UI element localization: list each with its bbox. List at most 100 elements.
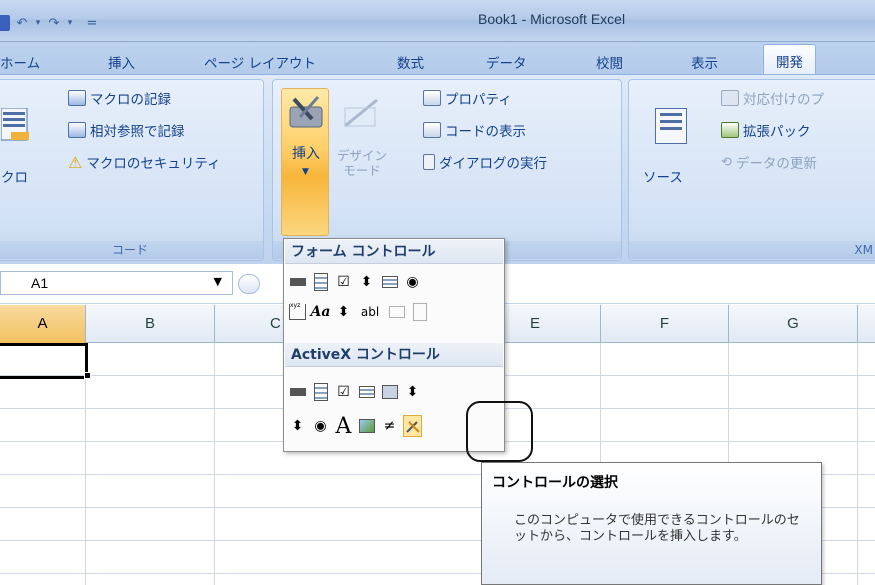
- more-controls-icon[interactable]: [403, 415, 422, 437]
- form-combo-box-icon[interactable]: [311, 271, 330, 293]
- activex-spin-button-icon[interactable]: ⬍: [288, 415, 307, 437]
- undo-icon[interactable]: ↶: [14, 15, 30, 31]
- tab-formulas[interactable]: 数式: [397, 52, 424, 72]
- xml-group: ソース 対応付けのプ 拡張パック ⟲ データの更新 XM: [628, 79, 875, 261]
- name-box-value: A1: [31, 275, 49, 291]
- map-properties-button[interactable]: 対応付けのプ: [721, 88, 824, 108]
- quick-access-toolbar: ↶ ▾ ↷ ▾ =: [0, 12, 100, 34]
- tools-icon: [289, 95, 323, 128]
- tab-data[interactable]: データ: [486, 52, 527, 72]
- properties-button[interactable]: プロパティ: [423, 88, 512, 108]
- record-macro-button[interactable]: マクロの記録: [68, 88, 171, 108]
- tab-page-layout[interactable]: ページ レイアウト: [204, 52, 316, 72]
- form-controls-row-2: xyz Aa ⬍ abl: [288, 301, 429, 323]
- name-box[interactable]: A1 ▼: [0, 271, 233, 295]
- activex-controls-row-1: ☑ ⬍: [288, 381, 422, 403]
- form-spin-button-icon[interactable]: ⬍: [357, 271, 376, 293]
- form-group-box-icon[interactable]: xyz: [288, 301, 307, 323]
- window-title: Book1 - Microsoft Excel: [478, 11, 626, 27]
- tooltip-body: このコンピュータで使用できるコントロールのセットから、コントロールを挿入します。: [514, 513, 800, 544]
- warning-icon: ⚠: [68, 152, 83, 172]
- design-mode-line2: モード: [343, 163, 381, 178]
- properties-icon: [423, 90, 441, 106]
- macro-security-label: マクロのセキュリティ: [86, 156, 221, 172]
- form-scroll-bar-icon[interactable]: ⬍: [334, 301, 353, 323]
- refresh-icon: ⟲: [721, 154, 732, 170]
- chevron-down-icon[interactable]: ▼: [214, 275, 222, 288]
- source-button[interactable]: ソース: [643, 166, 683, 186]
- code-group-label: コード: [0, 241, 263, 259]
- design-mode-icon: [343, 98, 379, 132]
- expansion-packs-button[interactable]: 拡張パック: [721, 120, 811, 140]
- column-header-f[interactable]: F: [601, 305, 729, 343]
- macro-button[interactable]: クロ: [1, 166, 28, 186]
- record-macro-icon: [68, 90, 86, 106]
- active-cell-a1[interactable]: [0, 343, 88, 379]
- form-combo-drop-down-icon: [410, 301, 429, 323]
- run-dialog-button[interactable]: ダイアログの実行: [423, 152, 547, 172]
- expansion-packs-icon: [721, 122, 739, 138]
- form-button-icon[interactable]: [288, 271, 307, 293]
- activex-button-icon[interactable]: [288, 381, 307, 403]
- tooltip-title: コントロールの選択: [492, 475, 618, 491]
- source-icon: [655, 108, 687, 144]
- code-group: クロ マクロの記録 相対参照で記録 ⚠ マクロのセキュリティ コード: [0, 79, 264, 261]
- map-properties-label: 対応付けのプ: [743, 92, 824, 108]
- activex-label-icon[interactable]: A: [334, 414, 353, 439]
- macro-security-button[interactable]: ⚠ マクロのセキュリティ: [68, 152, 221, 173]
- activex-image-icon[interactable]: [357, 415, 376, 437]
- xml-group-label: XM: [629, 241, 875, 259]
- record-macro-label: マクロの記録: [90, 92, 171, 108]
- run-dialog-icon: [423, 154, 435, 170]
- fill-handle[interactable]: [84, 372, 91, 379]
- activex-controls-row-2: ⬍ ◉ A ≠: [288, 414, 422, 439]
- form-list-box-icon[interactable]: [380, 271, 399, 293]
- ribbon-tabs: ホーム 挿入 ページ レイアウト 数式 データ 校閲 表示 開発: [0, 42, 875, 76]
- activex-scroll-bar-icon[interactable]: ⬍: [403, 381, 422, 403]
- refresh-data-label: データの更新: [735, 156, 817, 172]
- tab-insert[interactable]: 挿入: [108, 52, 135, 72]
- activex-combo-box-icon[interactable]: [311, 381, 330, 403]
- activex-checkbox-icon[interactable]: ☑: [334, 381, 353, 403]
- form-controls-row-1: ☑ ⬍ ◉: [288, 271, 422, 293]
- qat-customize-icon[interactable]: =: [84, 15, 100, 31]
- activex-option-button-icon[interactable]: ◉: [311, 415, 330, 437]
- relative-reference-button[interactable]: 相対参照で記録: [68, 120, 185, 140]
- redo-icon[interactable]: ↷: [46, 15, 62, 31]
- macro-icon[interactable]: [0, 107, 41, 148]
- run-dialog-label: ダイアログの実行: [439, 156, 547, 172]
- insert-controls-button[interactable]: 挿入 ▼: [281, 88, 329, 236]
- form-option-button-icon[interactable]: ◉: [403, 271, 422, 293]
- column-header-b[interactable]: B: [86, 305, 215, 343]
- activex-text-box-icon[interactable]: [380, 381, 399, 403]
- relative-reference-icon: [68, 122, 86, 138]
- activex-controls-header: ActiveX コントロール: [285, 343, 503, 367]
- activex-list-box-icon[interactable]: [357, 381, 376, 403]
- highlight-ring: [466, 401, 533, 462]
- tab-developer[interactable]: 開発: [763, 44, 816, 76]
- form-text-field-icon[interactable]: abl: [357, 301, 383, 323]
- refresh-data-button[interactable]: ⟲ データの更新: [721, 152, 817, 173]
- chevron-down-icon: ▼: [302, 167, 309, 177]
- form-checkbox-icon[interactable]: ☑: [334, 271, 353, 293]
- expansion-packs-label: 拡張パック: [743, 124, 811, 140]
- relative-reference-label: 相対参照で記録: [90, 124, 185, 140]
- tab-view[interactable]: 表示: [691, 52, 718, 72]
- tab-review[interactable]: 校閲: [596, 52, 623, 72]
- map-properties-icon: [721, 90, 739, 106]
- form-combo-list-edit-icon: [387, 301, 406, 323]
- title-bar: ↶ ▾ ↷ ▾ = Book1 - Microsoft Excel: [0, 0, 875, 42]
- formula-bar-splitter[interactable]: [238, 274, 260, 294]
- redo-dropdown-icon[interactable]: ▾: [66, 15, 74, 31]
- activex-toggle-button-icon[interactable]: ≠: [380, 415, 399, 437]
- tab-home[interactable]: ホーム: [0, 52, 40, 72]
- undo-dropdown-icon[interactable]: ▾: [34, 15, 42, 31]
- column-header-g[interactable]: G: [729, 305, 858, 343]
- form-label-icon[interactable]: Aa: [311, 301, 331, 323]
- column-header-a[interactable]: A: [0, 305, 86, 343]
- view-code-button[interactable]: コードの表示: [423, 120, 526, 140]
- design-mode-button[interactable]: デザイン モード: [337, 148, 387, 178]
- office-button[interactable]: [0, 15, 10, 31]
- tooltip: コントロールの選択 このコンピュータで使用できるコントロールのセットから、コント…: [481, 462, 822, 585]
- design-mode-line1: デザイン: [337, 148, 388, 163]
